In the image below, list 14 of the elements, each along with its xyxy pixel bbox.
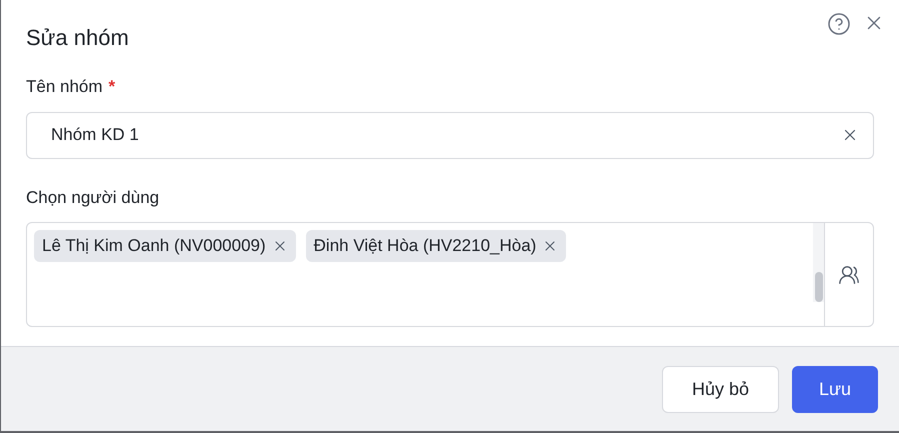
scrollbar[interactable] [813,223,824,302]
save-button[interactable]: Lưu [792,366,878,412]
required-mark: * [108,76,116,98]
input-field[interactable]: Nhóm KD 1 [26,112,874,158]
tag-text: Lê Thị Kim Oanh (NV000009) [42,235,266,258]
dialog-title: Sửa nhóm [26,24,130,52]
input-value: Nhóm KD 1 [51,124,139,146]
tag-text: Đinh Việt Hòa (HV2210_Hòa) [314,235,536,258]
field-label: Chọn người dùng [26,186,160,208]
users-icon [838,264,860,286]
field-label: Tên nhóm [26,76,103,98]
user-select-field[interactable]: Lê Thị Kim Oanh (NV000009) Đinh Việt Hòa (HV2210_Hòa) [26,222,874,327]
help-icon[interactable] [827,12,851,36]
cancel-button[interactable]: Hủy bỏ [662,366,779,412]
